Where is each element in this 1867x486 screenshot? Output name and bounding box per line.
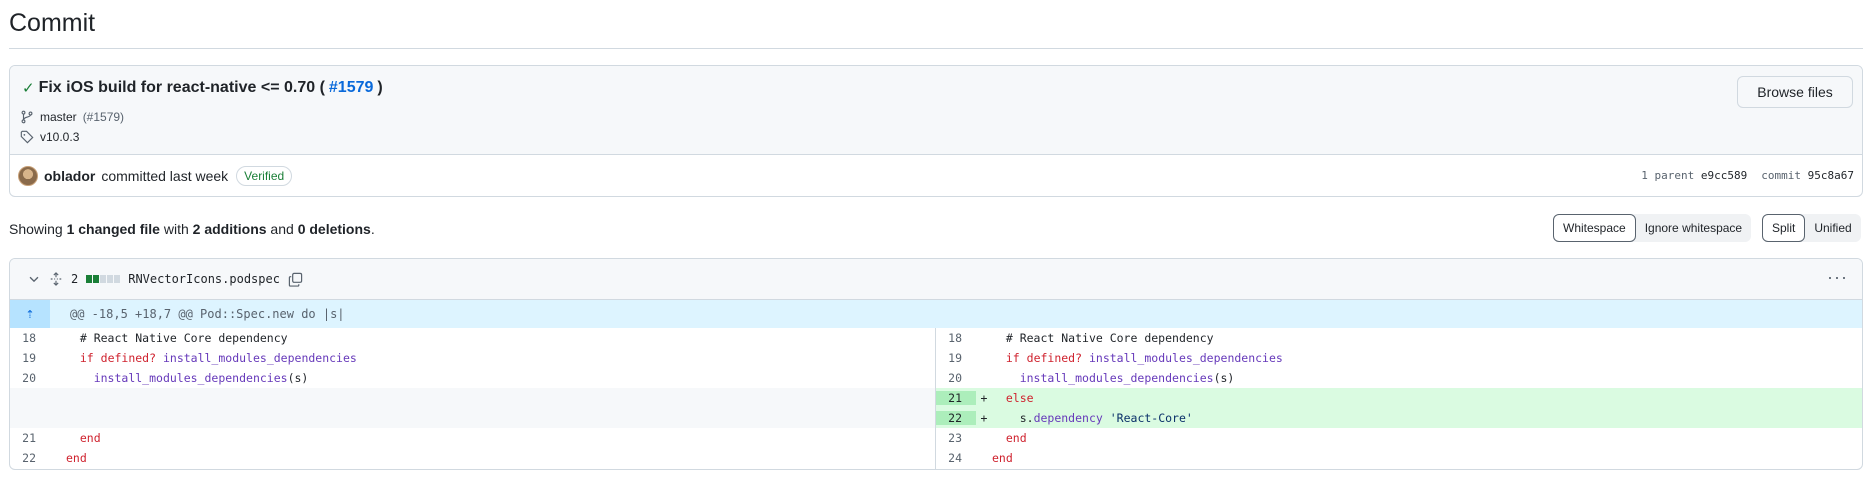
line-number[interactable]: 22 [936, 411, 976, 425]
context-line: 19 if defined? install_modules_dependenc… [10, 348, 935, 368]
context-line: 20 install_modules_dependencies(s) [10, 368, 935, 388]
author-row: oblador committed last week Verified [18, 163, 293, 189]
whitespace-toggle: Whitespace Ignore whitespace [1553, 214, 1752, 242]
context-line: 18 # React Native Core dependency [10, 328, 935, 348]
commit-label: commit [1761, 169, 1802, 182]
code-line: end [79, 431, 101, 445]
tag-info: v10.0.3 [20, 130, 79, 144]
commit-refs: 1 parent e9cc589 commit 95c8a67 [1641, 169, 1854, 182]
chevron-down-icon[interactable] [27, 272, 41, 286]
tag-name[interactable]: v10.0.3 [40, 130, 79, 144]
code-line: end [1005, 431, 1027, 445]
line-number[interactable]: 24 [936, 451, 976, 465]
line-number[interactable]: 23 [936, 431, 976, 445]
commit-message: ✓ Fix iOS build for react-native <= 0.70… [22, 79, 383, 97]
summary-suffix: . [370, 221, 375, 237]
context-line: 21 end [10, 428, 935, 448]
code-line: install_modules_dependencies(s) [93, 371, 309, 385]
branch-name[interactable]: master [40, 110, 77, 124]
empty-line [10, 388, 935, 408]
diffstat-bar [86, 275, 121, 283]
line-number[interactable]: 22 [10, 451, 50, 465]
line-number[interactable]: 20 [10, 371, 50, 385]
line-number[interactable]: 19 [936, 351, 976, 365]
change-count: 2 [71, 272, 79, 286]
context-line: 23 end [936, 428, 1862, 448]
commit-header: ✓ Fix iOS build for react-native <= 0.70… [10, 66, 1862, 155]
context-line: 24 end [936, 448, 1862, 468]
code-line: if defined? install_modules_dependencies [1005, 351, 1283, 365]
browse-files-button[interactable]: Browse files [1737, 76, 1853, 108]
parent-sha[interactable]: e9cc589 [1701, 169, 1747, 182]
file-diff: 2 RNVectorIcons.podspec ··· ⇡ @@ -18,5 +… [9, 258, 1863, 470]
split-diff: 18 # React Native Core dependency 19 if d… [10, 328, 1862, 469]
code-line: install_modules_dependencies(s) [1019, 371, 1235, 385]
summary-prefix: Showing [9, 221, 67, 237]
line-number[interactable]: 20 [936, 371, 976, 385]
right-side: 18 # React Native Core dependency 19 if d… [936, 328, 1862, 469]
title-divider [9, 48, 1863, 49]
summary-with: with [159, 221, 193, 237]
file-header: 2 RNVectorIcons.podspec ··· [10, 259, 1862, 300]
empty-line [10, 408, 935, 428]
expand-up-icon[interactable]: ⇡ [10, 300, 50, 328]
diff-summary: Showing 1 changed file with 2 additions … [9, 221, 375, 237]
context-line: 22 end [10, 448, 935, 468]
expand-all-icon[interactable] [49, 272, 63, 286]
whitespace-button[interactable]: Whitespace [1553, 214, 1636, 242]
code-line: else [1005, 391, 1034, 405]
summary-deletions: 0 deletions [297, 221, 371, 237]
summary-additions: 2 additions [192, 221, 267, 237]
hunk-header: ⇡ @@ -18,5 +18,7 @@ Pod::Spec.new do |s| [10, 300, 1862, 328]
code-line: # React Native Core dependency [79, 331, 288, 345]
git-branch-icon [21, 110, 33, 124]
parent-label: 1 parent [1641, 169, 1695, 182]
tag-icon [20, 130, 34, 144]
file-name[interactable]: RNVectorIcons.podspec [128, 272, 280, 286]
added-line: 22 + s.dependency 'React-Core' [936, 408, 1862, 428]
check-icon: ✓ [22, 80, 35, 97]
context-line: 20 install_modules_dependencies(s) [936, 368, 1862, 388]
commit-title: Fix iOS build for react-native <= 0.70 ( [38, 79, 325, 96]
pr-link[interactable]: #1579 [329, 79, 374, 97]
summary-files: 1 changed file [66, 221, 160, 237]
line-number[interactable]: 18 [936, 331, 976, 345]
author-name[interactable]: oblador [44, 168, 95, 184]
more-options-icon[interactable]: ··· [1827, 267, 1848, 288]
summary-and: and [266, 221, 298, 237]
ignore-whitespace-button[interactable]: Ignore whitespace [1636, 214, 1751, 242]
avatar[interactable] [18, 166, 38, 186]
copy-icon[interactable] [288, 272, 303, 287]
branch-info: master (#1579) [20, 110, 124, 124]
page-title: Commit [9, 9, 96, 37]
verified-badge[interactable]: Verified [236, 166, 293, 186]
code-line: if defined? install_modules_dependencies [79, 351, 357, 365]
code-line: end [992, 451, 1013, 465]
commit-title-end: ) [377, 79, 383, 96]
line-number[interactable]: 18 [10, 331, 50, 345]
unified-button[interactable]: Unified [1805, 214, 1860, 242]
view-mode-toggle: Split Unified [1762, 214, 1861, 242]
line-number[interactable]: 21 [10, 431, 50, 445]
committed-time: committed last week [101, 168, 229, 184]
commit-sha: 95c8a67 [1807, 169, 1854, 182]
line-number[interactable]: 19 [10, 351, 50, 365]
commit-box: ✓ Fix iOS build for react-native <= 0.70… [9, 65, 1863, 197]
code-line: end [66, 451, 87, 465]
context-line: 19 if defined? install_modules_dependenc… [936, 348, 1862, 368]
split-button[interactable]: Split [1762, 214, 1806, 242]
code-line: # React Native Core dependency [1005, 331, 1214, 345]
branch-pr[interactable]: (#1579) [83, 110, 124, 124]
line-number[interactable]: 21 [936, 391, 976, 405]
diff-sign: + [980, 411, 988, 425]
context-line: 18 # React Native Core dependency [936, 328, 1862, 348]
left-side: 18 # React Native Core dependency 19 if d… [10, 328, 936, 469]
hunk-text: @@ -18,5 +18,7 @@ Pod::Spec.new do |s| [70, 307, 345, 321]
diff-sign: + [980, 391, 988, 405]
added-line: 21 + else [936, 388, 1862, 408]
code-line: s.dependency 'React-Core' [1019, 411, 1193, 425]
